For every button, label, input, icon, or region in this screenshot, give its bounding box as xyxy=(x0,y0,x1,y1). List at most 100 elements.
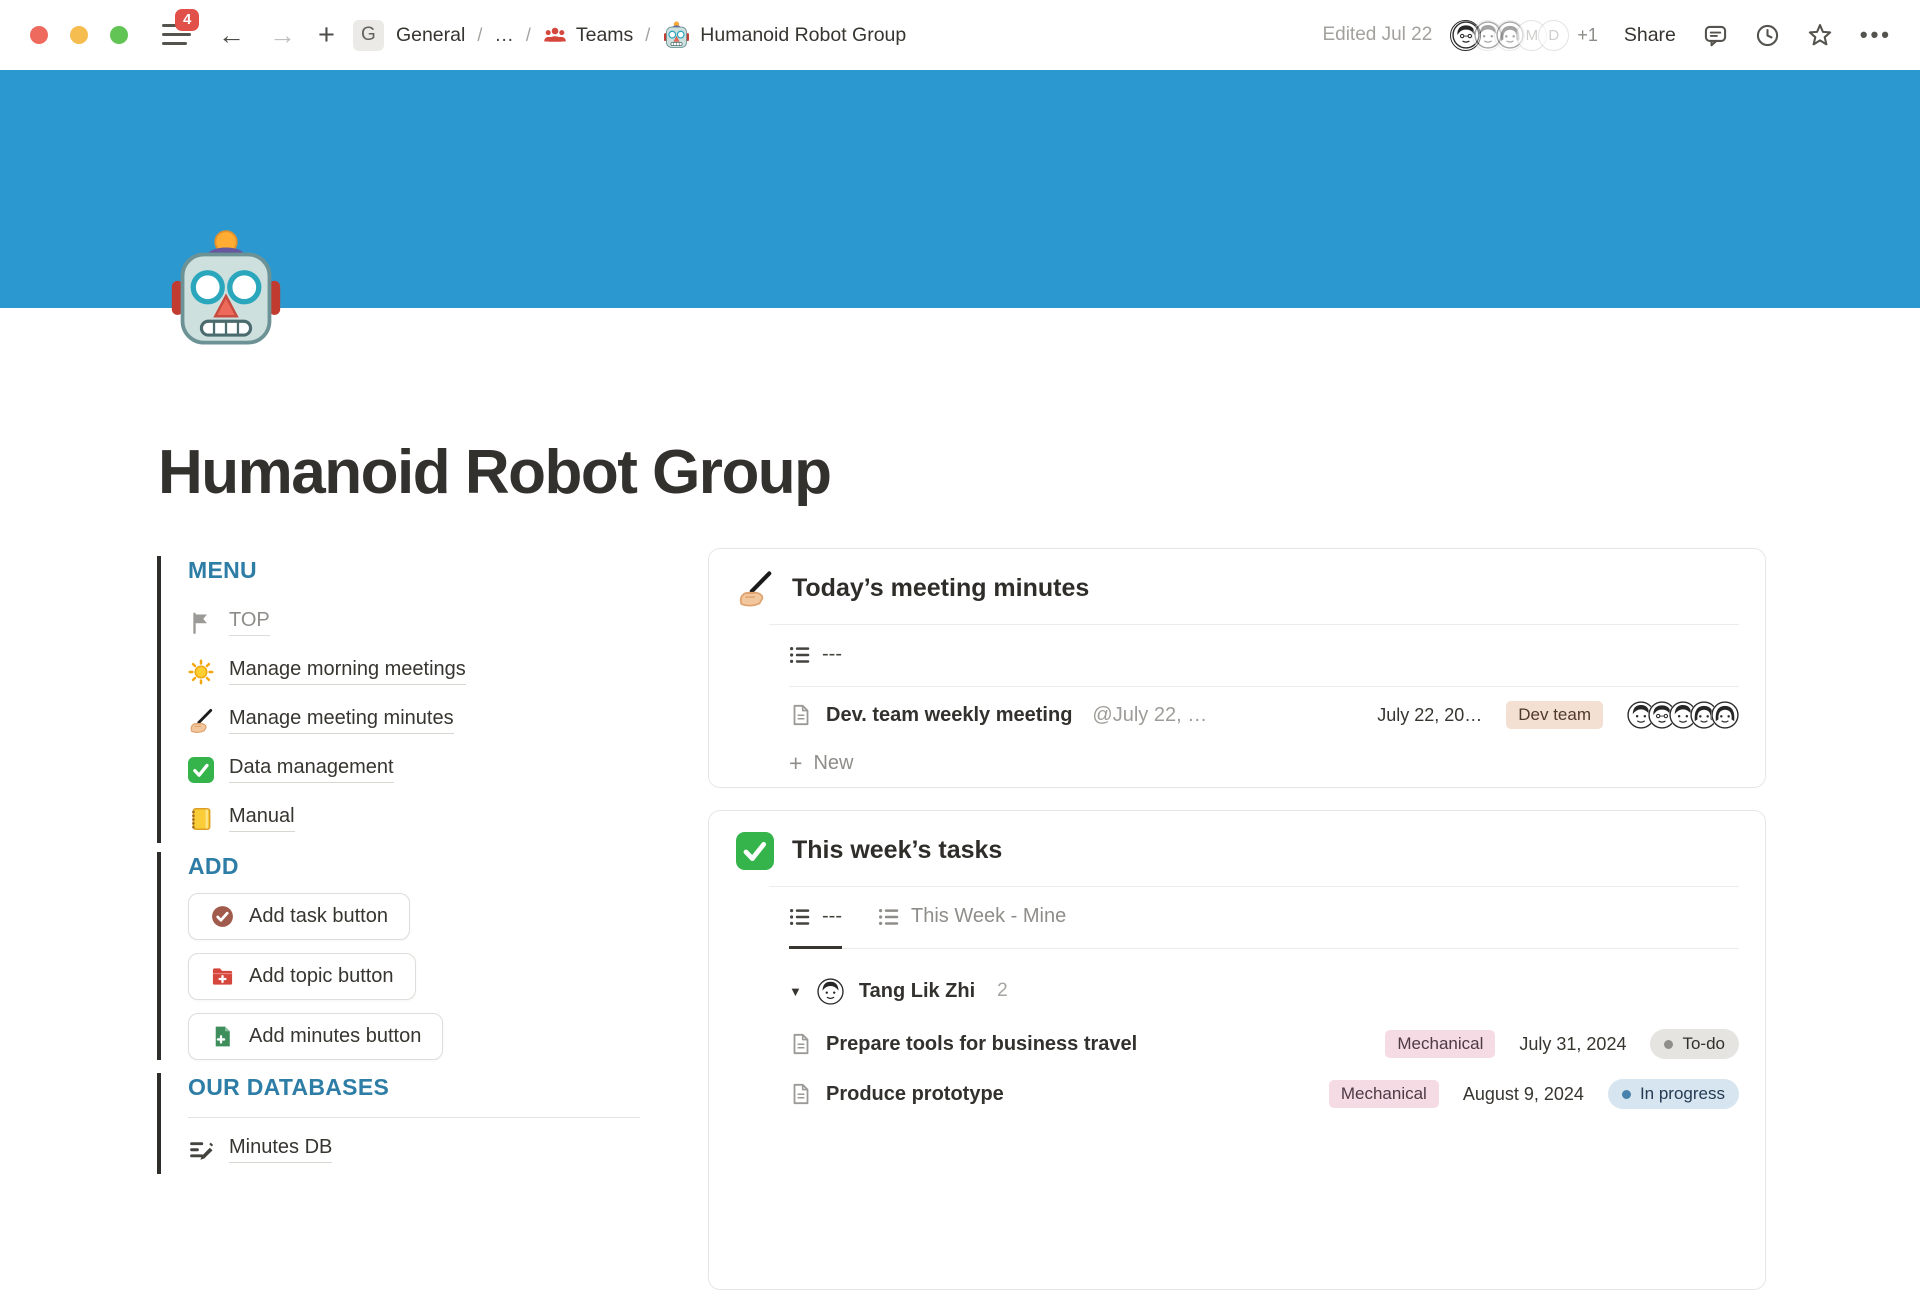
task-row[interactable]: Prepare tools for business travel Mechan… xyxy=(789,1019,1739,1069)
group-count: 2 xyxy=(997,980,1008,1002)
page-icon xyxy=(789,703,813,727)
list-view-icon xyxy=(878,906,900,928)
add-topic-button[interactable]: Add topic button xyxy=(188,953,416,1000)
edited-timestamp: Edited Jul 22 xyxy=(1322,24,1432,46)
card-title: This week’s tasks xyxy=(792,831,1002,869)
card-header: This week’s tasks xyxy=(709,811,1765,886)
close-button[interactable] xyxy=(30,26,48,44)
new-row-button[interactable]: + New xyxy=(789,740,1739,787)
window-topbar: 4 ← → + G General / … / Teams / Humanoid… xyxy=(0,0,1920,70)
menu-link-meeting-minutes[interactable]: Manage meeting minutes xyxy=(188,696,647,745)
page-icon xyxy=(789,1082,813,1106)
comments-icon[interactable] xyxy=(1703,23,1728,48)
green-doc-plus-icon xyxy=(210,1024,235,1049)
history-clock-icon[interactable] xyxy=(1755,23,1780,48)
left-column: MENU TOP Manage morning meetings Manage … xyxy=(157,556,647,1174)
category-tag[interactable]: Mechanical xyxy=(1385,1030,1495,1058)
card-header: Today’s meeting minutes xyxy=(709,549,1765,624)
row-properties: Mechanical July 31, 2024 To-do xyxy=(1385,1029,1739,1059)
group-header[interactable]: ▼ Tang Lik Zhi 2 xyxy=(789,963,1739,1019)
date-mention: @July 22, … xyxy=(1092,704,1207,727)
writing-hand-icon xyxy=(736,570,774,608)
group-name: Tang Lik Zhi xyxy=(859,980,975,1003)
task-row[interactable]: Produce prototype Mechanical August 9, 2… xyxy=(789,1069,1739,1119)
avatar-overflow-count[interactable]: +1 xyxy=(1577,25,1598,46)
list-view-icon xyxy=(789,906,811,928)
add-section: ADD Add task button Add topic button Add… xyxy=(157,852,647,1060)
date-property[interactable]: July 22, 20… xyxy=(1377,705,1482,726)
menu-link-morning-meetings[interactable]: Manage morning meetings xyxy=(188,647,647,696)
breadcrumb-general[interactable]: General xyxy=(396,24,465,47)
zoom-button[interactable] xyxy=(110,26,128,44)
traffic-lights xyxy=(30,26,128,44)
minutes-row[interactable]: Dev. team weekly meeting @July 22, … Jul… xyxy=(789,690,1739,740)
ledger-icon xyxy=(188,806,214,832)
more-options-icon[interactable]: ••• xyxy=(1860,22,1892,48)
weekly-tasks-card: This week’s tasks --- This Week - Mine ▼… xyxy=(708,810,1766,1290)
notification-badge: 4 xyxy=(175,9,199,31)
avatar[interactable]: D xyxy=(1538,20,1569,51)
group-avatar xyxy=(817,978,844,1005)
sun-icon xyxy=(188,659,214,685)
status-badge[interactable]: To-do xyxy=(1650,1029,1739,1059)
back-arrow-icon[interactable]: ← xyxy=(218,22,245,49)
share-button[interactable]: Share xyxy=(1624,24,1676,47)
team-tag[interactable]: Dev team xyxy=(1506,701,1603,729)
view-tab-default[interactable]: --- xyxy=(789,625,842,687)
add-minutes-button[interactable]: Add minutes button xyxy=(188,1013,443,1060)
card-title: Today’s meeting minutes xyxy=(792,569,1089,607)
robot-icon xyxy=(662,21,691,50)
category-tag[interactable]: Mechanical xyxy=(1329,1080,1439,1108)
status-badge[interactable]: In progress xyxy=(1608,1079,1739,1109)
breadcrumb-separator: / xyxy=(645,25,650,46)
breadcrumb-collapsed[interactable]: … xyxy=(494,24,514,47)
breadcrumb-separator: / xyxy=(526,25,531,46)
list-view-icon xyxy=(789,644,811,666)
brown-circle-check-icon xyxy=(210,904,235,929)
forward-arrow-icon[interactable]: → xyxy=(269,22,296,49)
menu-link-data-management[interactable]: Data management xyxy=(188,745,647,794)
favorite-star-icon[interactable] xyxy=(1807,22,1833,48)
topbar-right: Edited Jul 22 M D +1 Share ••• xyxy=(1322,20,1892,51)
plus-icon: + xyxy=(789,752,802,775)
flag-icon xyxy=(188,610,214,636)
workspace-chip[interactable]: G xyxy=(353,20,384,51)
green-check-icon xyxy=(188,757,214,783)
view-tab-this-week-mine[interactable]: This Week - Mine xyxy=(878,887,1066,949)
green-check-icon xyxy=(736,832,774,870)
status-dot xyxy=(1664,1040,1673,1049)
breadcrumb: General / … / Teams / Humanoid Robot Gro… xyxy=(396,21,906,50)
breadcrumb-separator: / xyxy=(477,25,482,46)
divider xyxy=(188,1117,640,1118)
meeting-minutes-card: Today’s meeting minutes --- Dev. team we… xyxy=(708,548,1766,788)
add-task-button[interactable]: Add task button xyxy=(188,893,410,940)
menu-link-manual[interactable]: Manual xyxy=(188,794,647,843)
menu-link-minutes-db[interactable]: Minutes DB xyxy=(188,1125,647,1174)
databases-section: OUR DATABASES Minutes DB xyxy=(157,1073,647,1174)
avatar[interactable] xyxy=(1711,701,1739,729)
presence-avatars: M D xyxy=(1450,20,1569,51)
add-heading[interactable]: ADD xyxy=(188,852,647,881)
row-properties: July 22, 20… Dev team xyxy=(1377,701,1739,729)
view-tabs: --- This Week - Mine xyxy=(789,887,1739,949)
compose-icon xyxy=(188,1137,214,1163)
assignee-avatars xyxy=(1627,701,1739,729)
row-properties: Mechanical August 9, 2024 In progress xyxy=(1329,1079,1739,1109)
date-property[interactable]: August 9, 2024 xyxy=(1463,1084,1584,1105)
menu-link-top[interactable]: TOP xyxy=(188,598,647,647)
page-icon-robot[interactable] xyxy=(163,228,289,354)
minimize-button[interactable] xyxy=(70,26,88,44)
breadcrumb-current-page[interactable]: Humanoid Robot Group xyxy=(662,21,906,50)
collapse-triangle-icon[interactable]: ▼ xyxy=(789,984,802,999)
new-tab-icon[interactable]: + xyxy=(318,21,335,50)
breadcrumb-teams[interactable]: Teams xyxy=(543,23,633,47)
menu-section: MENU TOP Manage morning meetings Manage … xyxy=(157,556,647,843)
writing-hand-icon xyxy=(188,708,214,734)
view-tab-default[interactable]: --- xyxy=(789,887,842,949)
date-property[interactable]: July 31, 2024 xyxy=(1519,1034,1626,1055)
menu-heading[interactable]: MENU xyxy=(188,556,647,585)
page-title[interactable]: Humanoid Robot Group xyxy=(158,437,831,508)
view-tabs: --- xyxy=(789,625,1739,687)
sidebar-toggle-icon[interactable]: 4 xyxy=(162,23,192,47)
databases-heading[interactable]: OUR DATABASES xyxy=(188,1073,647,1102)
